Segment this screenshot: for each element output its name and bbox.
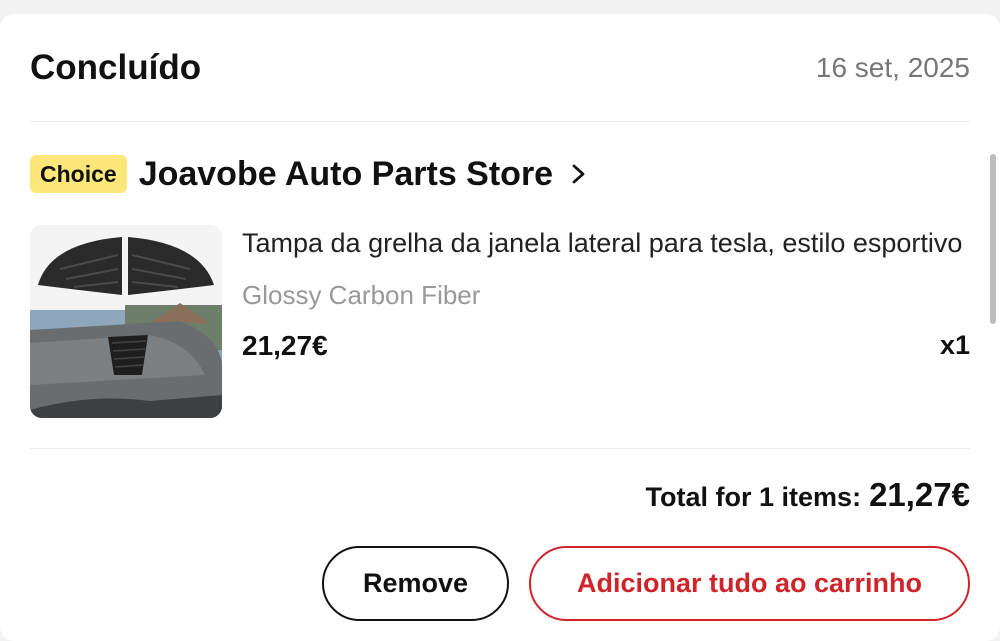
choice-badge: Choice [30, 155, 127, 193]
product-title[interactable]: Tampa da grelha da janela lateral para t… [242, 228, 972, 259]
product-price: 21,27€ [242, 330, 328, 361]
product-image[interactable] [30, 225, 222, 418]
order-total: Total for 1 items: 21,27€ [646, 476, 970, 514]
divider [30, 448, 970, 449]
scrollbar[interactable] [990, 154, 996, 324]
store-link[interactable]: Choice Joavobe Auto Parts Store [30, 154, 589, 194]
product-variant: Glossy Carbon Fiber [242, 280, 481, 310]
total-value: 21,27€ [869, 476, 970, 513]
remove-button[interactable]: Remove [322, 546, 509, 621]
order-header: Concluído 16 set, 2025 [30, 44, 970, 94]
order-status: Concluído [30, 48, 202, 87]
order-date: 16 set, 2025 [815, 52, 970, 83]
store-name[interactable]: Joavobe Auto Parts Store [139, 155, 553, 194]
chevron-right-icon[interactable] [569, 162, 589, 186]
order-card: Concluído 16 set, 2025 Choice Joavobe Au… [0, 14, 1000, 641]
add-all-to-cart-button[interactable]: Adicionar tudo ao carrinho [529, 546, 970, 621]
product-quantity: x1 [939, 330, 970, 360]
total-label: Total for 1 items: [645, 482, 862, 512]
divider [30, 121, 970, 122]
